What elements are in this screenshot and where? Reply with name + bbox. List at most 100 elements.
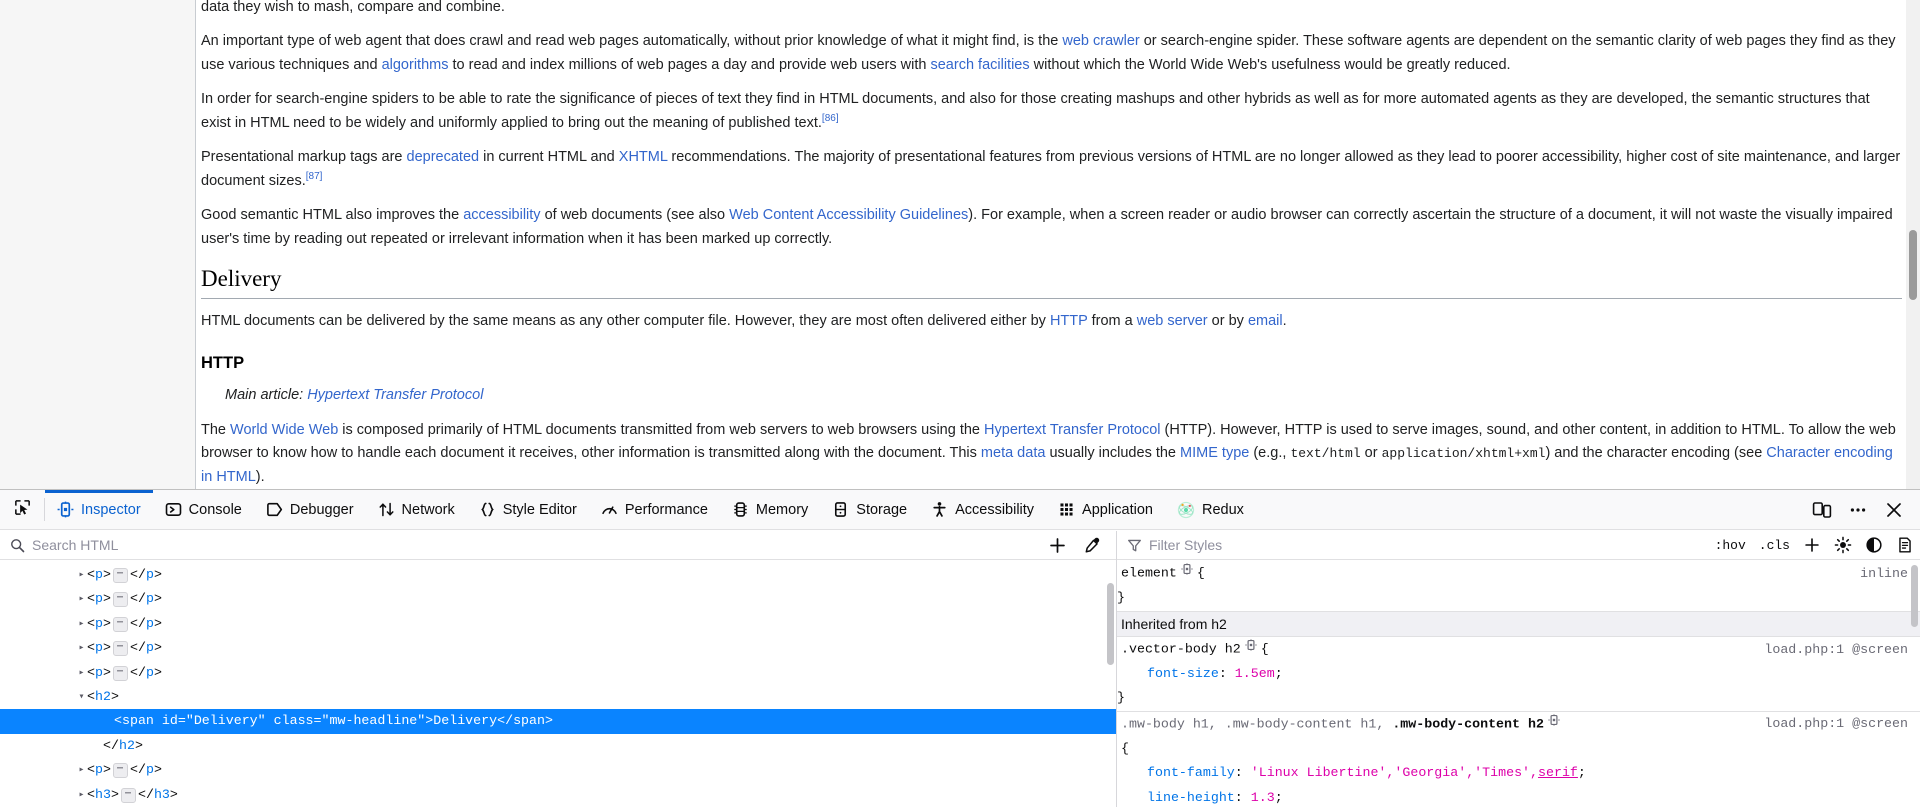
expand-twisty[interactable]: ▸ — [76, 613, 87, 637]
moon-icon[interactable] — [1865, 536, 1883, 554]
tab-application[interactable]: Application — [1046, 490, 1165, 529]
css-rule-selector[interactable]: load.php:1 @screen .mw-body h1, .mw-body-… — [1117, 712, 1920, 737]
wiki-link[interactable]: deprecated — [407, 149, 480, 165]
css-declaration-line-height[interactable]: line-height: 1.3; — [1117, 786, 1920, 807]
expand-twisty[interactable]: ▸ — [76, 564, 87, 588]
collapsed-children-badge[interactable]: ⋯ — [112, 568, 128, 583]
css-rule-selector[interactable]: .vector-body h2{load.php:1 @screen — [1117, 637, 1920, 662]
tab-accessibility[interactable]: Accessibility — [919, 490, 1046, 529]
wiki-link[interactable]: Character encoding in HTML — [201, 445, 1893, 484]
dom-tree-scrollbar[interactable] — [1105, 561, 1116, 807]
dom-node-p[interactable]: ▸ <p> ⋯ </p> — [0, 661, 1116, 685]
wiki-link[interactable]: MIME type — [1180, 445, 1249, 461]
styles-scrollbar-thumb[interactable] — [1911, 565, 1918, 627]
tab-debugger[interactable]: Debugger — [254, 490, 366, 529]
css-rule-source[interactable]: load.php:1 @screen — [1764, 712, 1908, 736]
expand-twisty[interactable]: ▸ — [76, 759, 87, 783]
dom-node-h2-open[interactable]: ▾ <h2> — [0, 685, 1116, 709]
dom-node-p[interactable]: ▸ <p> ⋯ </p> — [0, 612, 1116, 636]
reference-link[interactable]: [86] — [822, 113, 839, 124]
collapsed-children-badge[interactable]: ⋯ — [112, 592, 128, 608]
tab-performance[interactable]: Performance — [589, 490, 720, 529]
page-scrollbar[interactable] — [1906, 0, 1920, 489]
wiki-link[interactable]: XHTML — [619, 149, 668, 165]
styles-filter-bar: :hov .cls — [1117, 531, 1920, 560]
wiki-link[interactable]: World Wide Web — [230, 422, 338, 438]
wiki-link[interactable]: accessibility — [463, 207, 540, 223]
collapsed-children-badge[interactable]: ⋯ — [112, 641, 128, 657]
reference-marker[interactable]: [86] — [822, 113, 839, 124]
dom-node-p[interactable]: ▸ <p> ⋯ </p> — [0, 636, 1116, 660]
tab-application-label: Application — [1082, 501, 1153, 518]
new-rule-plus-icon[interactable] — [1803, 536, 1821, 554]
section-heading-delivery: Delivery — [201, 265, 1902, 300]
tab-inspector[interactable]: Inspector — [45, 490, 153, 529]
expand-twisty[interactable]: ▸ — [76, 662, 87, 686]
responsive-design-mode-icon[interactable] — [1812, 500, 1832, 520]
wiki-link[interactable]: search facilities — [930, 57, 1029, 73]
collapsed-children-badge[interactable]: ⋯ — [112, 763, 128, 779]
expand-twisty[interactable]: ▸ — [76, 637, 87, 661]
hatnote-link[interactable]: Hypertext Transfer Protocol — [307, 387, 483, 403]
rule-toggle-icon[interactable] — [1245, 636, 1257, 660]
reference-marker[interactable]: [87] — [306, 171, 323, 182]
close-icon[interactable] — [1884, 500, 1904, 520]
css-rule-source[interactable]: load.php:1 @screen — [1764, 638, 1908, 662]
wiki-link[interactable]: Web Content Accessibility Guidelines — [729, 207, 968, 223]
expand-twisty[interactable]: ▸ — [76, 588, 87, 612]
wiki-link[interactable]: Hypertext Transfer Protocol — [984, 422, 1161, 438]
dom-node-p[interactable]: ▸ <p> ⋯ </p> — [0, 587, 1116, 611]
reference-link[interactable]: [87] — [306, 171, 323, 182]
search-html-input[interactable] — [32, 537, 1048, 553]
performance-icon — [601, 501, 618, 518]
css-rule-vector-body-h2[interactable]: .vector-body h2{load.php:1 @screen font-s… — [1117, 637, 1920, 712]
wiki-link[interactable]: algorithms — [382, 57, 449, 73]
styles-rules-list[interactable]: element{inline} Inherited from h2 .vector-… — [1117, 561, 1920, 807]
wiki-link[interactable]: web crawler — [1062, 33, 1139, 49]
tab-redux[interactable]: Redux — [1165, 490, 1256, 529]
collapsed-children-badge[interactable]: ⋯ — [120, 787, 136, 803]
dom-tree-scrollbar-thumb[interactable] — [1107, 583, 1114, 665]
tab-style-editor[interactable]: Style Editor — [467, 490, 589, 529]
css-rule-mw-body-h1-h2[interactable]: load.php:1 @screen .mw-body h1, .mw-body-… — [1117, 712, 1920, 807]
page-scrollbar-thumb[interactable] — [1909, 230, 1917, 300]
meatball-menu-icon[interactable] — [1848, 500, 1868, 520]
print-preview-icon[interactable] — [1896, 536, 1914, 554]
css-declaration-font-family[interactable]: font-family: 'Linux Libertine','Georgia'… — [1117, 761, 1920, 785]
tab-console[interactable]: Console — [153, 490, 254, 529]
element-picker-button[interactable] — [0, 490, 44, 529]
dom-node-h2-close[interactable]: </h2> — [0, 734, 1116, 758]
wiki-link[interactable]: HTTP — [1050, 313, 1088, 329]
tab-network[interactable]: Network — [366, 490, 467, 529]
css-rule-source[interactable]: inline — [1860, 562, 1908, 586]
filter-styles-input[interactable] — [1149, 537, 1715, 553]
collapsed-children-badge[interactable]: ⋯ — [112, 665, 128, 681]
tab-memory[interactable]: Memory — [720, 490, 820, 529]
eyedropper-icon[interactable] — [1083, 536, 1102, 555]
toggle-class-panel-button[interactable]: .cls — [1759, 538, 1790, 553]
styles-scrollbar[interactable] — [1909, 561, 1920, 807]
wiki-link[interactable]: email — [1248, 313, 1283, 329]
css-rule-element-inline[interactable]: element{inline} — [1117, 561, 1920, 612]
css-rule-selector[interactable]: element{inline — [1117, 561, 1920, 586]
inherited-section-header: Inherited from h2 — [1117, 611, 1920, 637]
dom-node-h3[interactable]: ▸ <h3> ⋯ </h3> — [0, 783, 1116, 807]
wiki-link[interactable]: web server — [1137, 313, 1208, 329]
add-new-node-icon[interactable] — [1048, 536, 1067, 555]
tab-storage[interactable]: Storage — [820, 490, 919, 529]
dom-node-p[interactable]: ▸ <p> ⋯ </p> — [0, 563, 1116, 587]
sun-icon[interactable] — [1834, 536, 1852, 554]
expand-twisty[interactable]: ▸ — [76, 784, 87, 807]
wiki-link[interactable]: meta data — [981, 445, 1046, 461]
rule-toggle-icon[interactable] — [1548, 711, 1560, 735]
rule-toggle-icon[interactable] — [1181, 561, 1193, 584]
toggle-pseudo-class-button[interactable]: :hov — [1715, 538, 1746, 553]
accessibility-icon — [931, 501, 948, 518]
dom-node-selected-span-delivery[interactable]: <span id="Delivery" class="mw-headline">… — [0, 709, 1116, 734]
dom-tree[interactable]: ▸ <p> ⋯ </p> ▸ <p> ⋯ </p> ▸ <p> ⋯ </p> ▸ <p> ⋯ </p> ▸ <p>… — [0, 561, 1116, 807]
css-rule-open-brace: { — [1121, 741, 1129, 756]
dom-node-p[interactable]: ▸ <p> ⋯ </p> — [0, 758, 1116, 782]
css-declaration-font-size[interactable]: font-size: 1.5em; — [1117, 662, 1920, 686]
collapse-twisty[interactable]: ▾ — [76, 686, 87, 710]
collapsed-children-badge[interactable]: ⋯ — [112, 616, 128, 632]
